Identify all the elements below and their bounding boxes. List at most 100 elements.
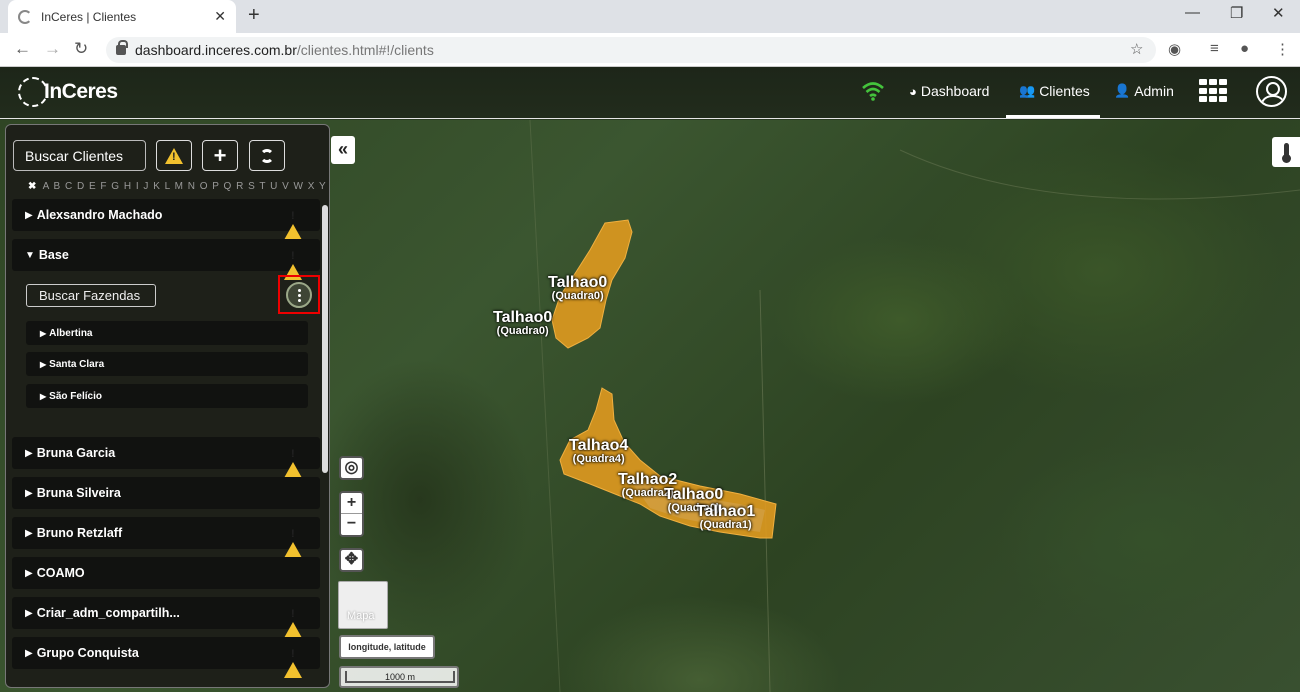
client-name: Bruna Silveira: [36, 486, 121, 500]
minimize-icon[interactable]: —: [1185, 4, 1200, 21]
basemap-label: Mapa: [347, 610, 375, 622]
refresh-icon: [260, 148, 274, 163]
url-field[interactable]: dashboard.inceres.com.br/clientes.html#!…: [106, 37, 1156, 63]
star-icon[interactable]: ☆: [1130, 40, 1143, 58]
search-farms-input[interactable]: [26, 284, 156, 307]
highlight-box: [278, 275, 320, 314]
client-row[interactable]: ▶ Grupo Conquista: [12, 637, 320, 678]
user-account-icon[interactable]: [1256, 76, 1287, 107]
client-row[interactable]: ▶ Alexsandro Machado: [12, 199, 320, 240]
client-expanded: ▼ Base ▶ Albertina ▶ Santa Clara ▶ São F…: [12, 239, 320, 429]
field-label: Talhao0 (Quadra0): [548, 274, 608, 302]
app-header: InCeres ◕ Dashboard 👥 Clientes 👤 Admin: [0, 67, 1300, 119]
field-label: Talhao0 (Quadra0): [493, 309, 553, 337]
plus-icon: +: [213, 142, 227, 168]
client-row[interactable]: ▶ Bruno Retzlaff: [12, 517, 320, 558]
caret-down-icon: ▼: [25, 249, 35, 261]
clients-sidebar: + ✖ A B C D E F G H I J K L M N O P Q R …: [5, 124, 330, 688]
compass-icon[interactable]: ◎: [339, 456, 364, 480]
client-name: COAMO: [36, 566, 85, 580]
client-options-button[interactable]: [286, 282, 312, 308]
caret-right-icon: ▶: [25, 487, 33, 499]
new-tab-icon[interactable]: +: [248, 4, 260, 27]
zoom-control: + −: [339, 491, 364, 537]
clear-filter-icon[interactable]: ✖: [28, 181, 37, 192]
warning-icon: [284, 445, 302, 478]
scale-bar: 1000 m: [339, 666, 459, 688]
back-icon[interactable]: ←: [14, 39, 31, 59]
pan-icon[interactable]: ✥: [339, 548, 364, 572]
dashboard-icon: ◕: [909, 83, 917, 99]
warning-filter-button[interactable]: [156, 140, 192, 171]
tab-title: InCeres | Clientes: [41, 9, 137, 24]
lock-icon: [116, 40, 128, 55]
media-icon[interactable]: ≡: [1210, 40, 1219, 57]
url-path: /clientes.html#!/clients: [296, 42, 434, 58]
apps-grid-icon[interactable]: [1199, 79, 1227, 103]
client-row[interactable]: ▶ Bruna Silveira: [12, 477, 320, 509]
forward-icon[interactable]: →: [44, 39, 61, 59]
warning-icon: [284, 207, 302, 240]
nav-dashboard-label: Dashboard: [920, 83, 990, 99]
client-list: ▶ Alexsandro Machado ▼ Base ▶ Albertina …: [12, 199, 320, 678]
extension-icon[interactable]: ◉: [1168, 40, 1181, 58]
zoom-out-button[interactable]: −: [341, 514, 362, 535]
alphabet-filter[interactable]: ✖ A B C D E F G H I J K L M N O P Q R S …: [28, 181, 329, 192]
profile-icon[interactable]: ●: [1240, 40, 1249, 57]
close-icon[interactable]: ✕: [214, 8, 226, 25]
thermometer-icon[interactable]: [1272, 137, 1300, 167]
caret-right-icon: ▶: [25, 567, 33, 579]
refresh-button[interactable]: [249, 140, 285, 171]
nav-admin-label: Admin: [1134, 83, 1174, 99]
wifi-icon: [862, 82, 884, 101]
logo[interactable]: InCeres: [18, 75, 118, 111]
farm-name: Albertina: [49, 327, 93, 339]
user-plus-icon: 👤: [1114, 83, 1131, 98]
field-label: Talhao1 (Quadra1): [696, 503, 756, 531]
kebab-menu-icon[interactable]: ⋮: [1275, 40, 1290, 58]
browser-tab[interactable]: InCeres | Clientes ✕: [8, 0, 236, 33]
farm-row[interactable]: ▶ Albertina: [26, 321, 308, 345]
scale-label: 1000 m: [345, 671, 455, 683]
caret-right-icon: ▶: [25, 447, 33, 459]
client-row[interactable]: ▶ Bruna Garcia: [12, 437, 320, 478]
client-row[interactable]: ▶ Criar_adm_compartilh...: [12, 597, 320, 638]
caret-right-icon: ▶: [25, 607, 33, 619]
nav-dashboard[interactable]: ◕ Dashboard: [909, 83, 989, 99]
client-name: Bruna Garcia: [36, 446, 116, 460]
browser-tab-bar: InCeres | Clientes ✕ + — ❐ ✕: [0, 0, 1300, 33]
client-name: Grupo Conquista: [36, 646, 139, 660]
farm-row[interactable]: ▶ Santa Clara: [26, 352, 308, 376]
farm-name: São Felício: [49, 390, 102, 402]
client-row[interactable]: ▼ Base: [12, 239, 320, 280]
caret-right-icon: ▶: [25, 527, 33, 539]
basemap-toggle[interactable]: Mapa: [338, 581, 388, 629]
coordinates-readout: longitude, latitude: [339, 635, 435, 659]
active-nav-indicator: [1006, 115, 1100, 118]
farm-row[interactable]: ▶ São Felício: [26, 384, 308, 408]
add-client-button[interactable]: +: [202, 140, 238, 171]
close-window-icon[interactable]: ✕: [1272, 4, 1285, 22]
search-clients-input[interactable]: [13, 140, 146, 171]
client-name: Bruno Retzlaff: [36, 526, 123, 540]
alphabet-letters[interactable]: A B C D E F G H I J K L M N O P Q R S T …: [43, 181, 329, 192]
caret-right-icon: ▶: [40, 359, 47, 369]
client-name: Base: [38, 248, 69, 262]
client-name: Alexsandro Machado: [36, 208, 163, 222]
nav-admin[interactable]: 👤 Admin: [1114, 83, 1174, 99]
zoom-in-button[interactable]: +: [341, 493, 362, 514]
collapse-sidebar-button[interactable]: «: [331, 136, 355, 164]
nav-clientes[interactable]: 👥 Clientes: [1019, 83, 1090, 99]
caret-right-icon: ▶: [40, 391, 47, 401]
reload-icon[interactable]: ↻: [74, 39, 88, 59]
farm-name: Santa Clara: [49, 358, 105, 370]
caret-right-icon: ▶: [25, 209, 33, 221]
restore-icon[interactable]: ❐: [1230, 4, 1243, 22]
client-name: Criar_adm_compartilh...: [36, 606, 180, 620]
url-host: dashboard.inceres.com.br: [135, 42, 297, 58]
client-row[interactable]: ▶ COAMO: [12, 557, 320, 589]
sidebar-scrollbar[interactable]: [322, 205, 328, 473]
field-label: Talhao4 (Quadra4): [569, 437, 629, 465]
warning-icon: [284, 525, 302, 558]
warning-icon: [284, 645, 302, 678]
